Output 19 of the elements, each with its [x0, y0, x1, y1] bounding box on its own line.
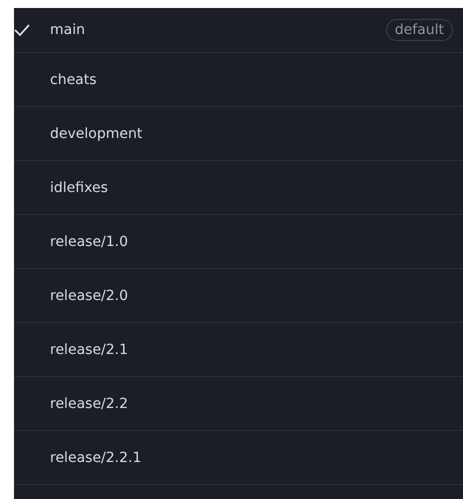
branch-name: release/2.2.1: [50, 450, 142, 466]
branch-item[interactable]: release/1.0: [14, 215, 463, 269]
branch-item[interactable]: release/2.2.1: [14, 431, 463, 485]
branch-item[interactable]: release/2.2: [14, 377, 463, 431]
branch-item[interactable]: release/2.1: [14, 323, 463, 377]
default-label: default: [386, 19, 453, 41]
branch-name: development: [50, 126, 144, 142]
branch-item[interactable]: idlefixes: [14, 161, 463, 215]
branch-name: release/1.0: [50, 234, 130, 250]
branch-item[interactable]: cheats: [14, 53, 463, 107]
branch-item[interactable]: release/2.0: [14, 269, 463, 323]
branch-name: release/2.1: [50, 342, 130, 358]
branch-name: release/2.0: [50, 288, 130, 304]
branch-item[interactable]: main default: [14, 8, 463, 53]
branch-name: idlefixes: [50, 180, 109, 196]
branch-item[interactable]: development: [14, 107, 463, 161]
branch-name: release/2.2: [50, 396, 130, 412]
branch-name: cheats: [50, 72, 98, 88]
branch-name: main: [50, 22, 86, 38]
